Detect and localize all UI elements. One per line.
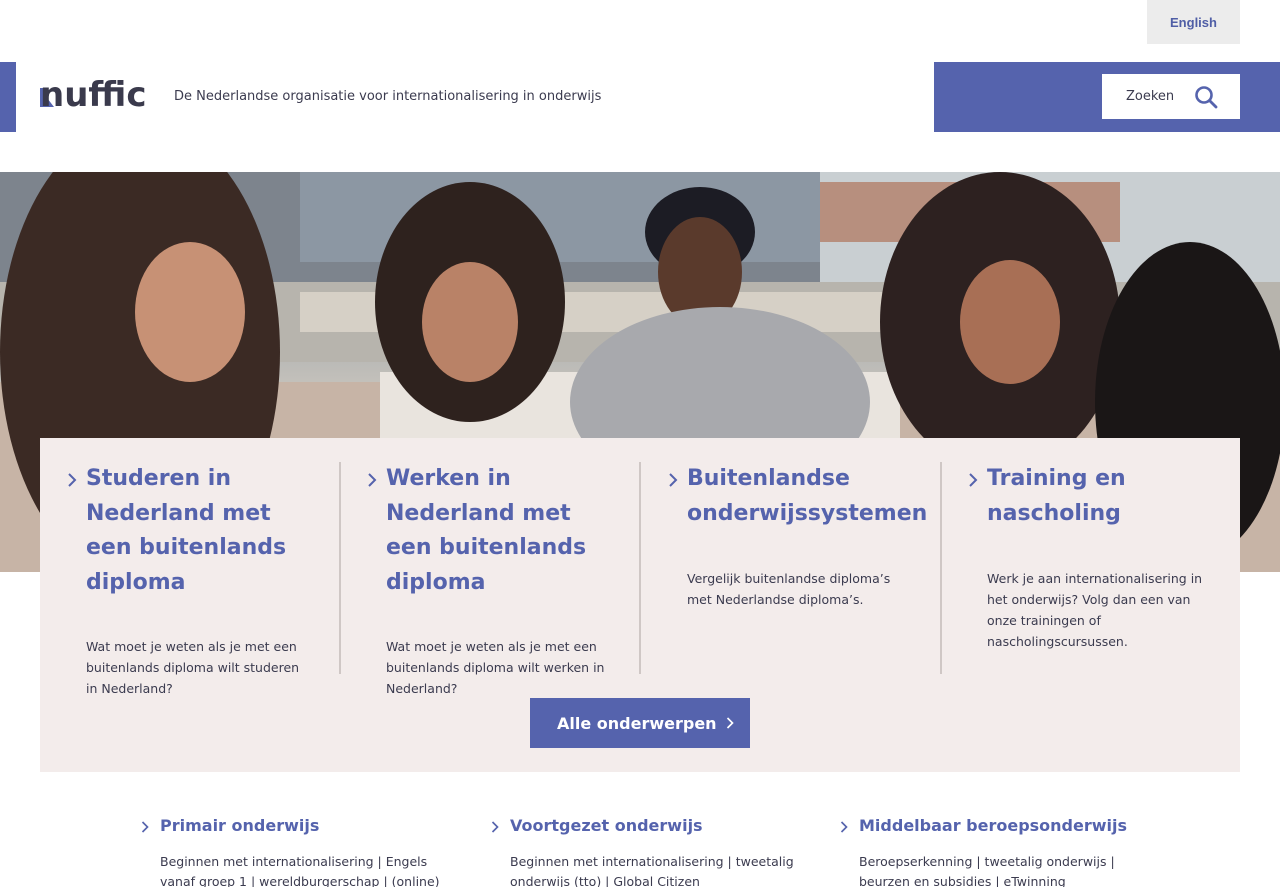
topic-description: Werk je aan internationalisering in het … [987, 571, 1203, 649]
section-title[interactable]: Voortgezet onderwijs [510, 816, 703, 835]
topic-divider [940, 462, 942, 674]
language-switch-english[interactable]: English [1147, 0, 1240, 44]
section-links[interactable]: Beroepserkenning | tweetalig onderwijs |… [859, 852, 1144, 887]
all-topics-label: Alle onderwerpen [557, 713, 717, 733]
chevron-right-icon [491, 821, 499, 833]
search-button[interactable]: Zoeken [1102, 74, 1240, 119]
topic-title[interactable]: Buitenlandse onderwijssystemen [687, 462, 927, 531]
chevron-right-icon [726, 717, 734, 729]
search-label: Zoeken [1126, 89, 1175, 104]
topic-title[interactable]: Studeren in Nederland met een buitenland… [86, 462, 316, 600]
chevron-right-icon [141, 821, 149, 833]
topic-description: Wat moet je weten als je met een buitenl… [386, 639, 605, 696]
section-links[interactable]: Beginnen met internationalisering | twee… [510, 852, 795, 887]
site-tagline: De Nederlandse organisatie voor internat… [174, 89, 602, 104]
chevron-right-icon [969, 473, 978, 487]
topic-divider [339, 462, 341, 674]
chevron-right-icon [68, 473, 77, 487]
topic-studeren[interactable]: Studeren in Nederland met een buitenland… [66, 462, 316, 696]
topic-divider [639, 462, 641, 674]
all-topics-button[interactable]: Alle onderwerpen [530, 698, 750, 748]
topic-title[interactable]: Werken in Nederland met een buitenlands … [386, 462, 616, 600]
header-accent-left [0, 62, 16, 132]
topic-title[interactable]: Training en nascholing [987, 462, 1217, 531]
topic-onderwijssystemen[interactable]: Buitenlandse onderwijssystemen Vergelijk… [667, 462, 927, 674]
chevron-right-icon [840, 821, 848, 833]
section-title[interactable]: Primair onderwijs [160, 816, 319, 835]
topics-panel: Studeren in Nederland met een buitenland… [40, 438, 1240, 772]
svg-text:nuffic: nuffic [40, 75, 146, 110]
chevron-right-icon [368, 473, 377, 487]
search-icon [1195, 86, 1218, 109]
topic-description: Vergelijk buitenlandse diploma’s met Ned… [687, 571, 891, 607]
chevron-right-icon [669, 473, 678, 487]
topic-werken[interactable]: Werken in Nederland met een buitenlands … [366, 462, 616, 696]
section-title[interactable]: Middelbaar beroepsonderwijs [859, 816, 1127, 835]
section-links[interactable]: Beginnen met internationalisering | Enge… [160, 852, 445, 887]
nuffic-logo[interactable]: nuffic [40, 74, 150, 110]
nuffic-logo-mark: nuffic [40, 75, 146, 110]
topic-training[interactable]: Training en nascholing Werk je aan inter… [967, 462, 1217, 674]
topic-description: Wat moet je weten als je met een buitenl… [86, 639, 300, 696]
